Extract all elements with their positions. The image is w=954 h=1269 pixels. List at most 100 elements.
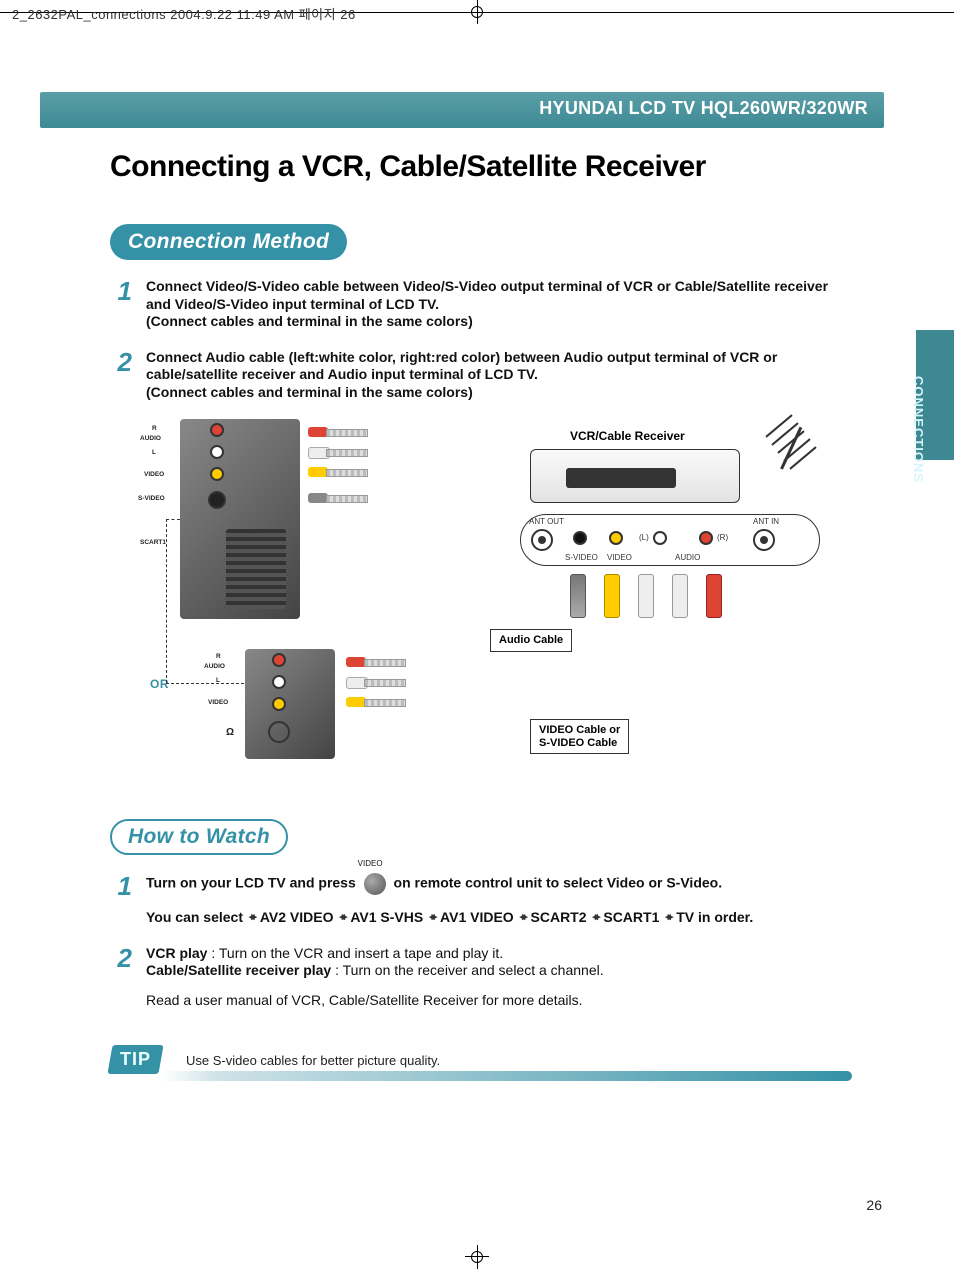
rca-jack-icon [609,531,623,545]
step-text: Turn on your LCD TV and press [146,875,356,891]
step-number: 2 [110,945,132,1010]
rca-jack-icon [210,445,224,459]
source-option: SCART1 [603,909,659,925]
tv-side-panel-icon [245,649,335,759]
dashed-line-icon [166,519,167,683]
step-text: on remote control unit to select [394,875,603,891]
tip-banner: TIP Use S-video cables for better pictur… [110,1059,850,1093]
dashed-line-icon [166,683,244,684]
connection-step-1: 1 Connect Video/S-Video cable between Vi… [110,278,850,331]
crop-mark-icon [465,1245,489,1269]
port-label: S-VIDEO [565,553,598,562]
headphone-jack-icon [268,721,290,743]
cable-plugs-icon [570,574,722,618]
term-vcr-play: VCR play [146,945,207,961]
howto-step-1: 1 Turn on your LCD TV and press VIDEO on… [110,873,850,927]
step-text: Read a user manual of VCR, Cable/Satelli… [146,992,583,1008]
port-label: AUDIO [204,663,225,670]
term-svideo: S-Video. [666,875,722,891]
rca-jack-icon [272,675,286,689]
coax-jack-icon [531,529,553,551]
page-title: Connecting a VCR, Cable/Satellite Receiv… [110,150,850,184]
source-option: SCART2 [531,909,587,925]
port-label: SCART1 [140,539,166,546]
tip-bar-graphic [162,1071,852,1081]
wiring-diagram: R AUDIO L VIDEO S-VIDEO SCART1 VCR/Cable… [150,419,850,799]
button-label: VIDEO [358,859,383,869]
step-note: (Connect cables and terminal in the same… [146,384,473,400]
svideo-jack-icon [573,531,587,545]
section-thumb-tab-label: CONNECTIONS [911,376,926,414]
rca-jack-icon [210,467,224,481]
callout-text: VIDEO Cable or [539,724,620,737]
tip-text: Use S-video cables for better picture qu… [186,1053,440,1068]
port-label: (R) [717,533,728,542]
port-label: (L) [639,533,649,542]
step-text: : Turn on the receiver and select a chan… [335,962,604,978]
callout-audio-cable: Audio Cable [490,629,572,652]
section-how-to-watch: How to Watch [110,819,288,855]
source-option: TV in order. [676,909,753,925]
source-option: AV1 VIDEO [440,909,514,925]
cycle-icon: ◂▸ [592,911,597,925]
cycle-icon: ◂▸ [520,911,525,925]
step-text: Connect Video/S-Video cable between Vide… [146,278,828,312]
rca-jack-icon [272,697,286,711]
tip-badge-label: TIP [120,1049,151,1070]
step-note: (Connect cables and terminal in the same… [146,313,473,329]
cable-plugs-icon [346,655,404,709]
antenna-icon [750,419,820,469]
source-option: AV1 S-VHS [350,909,423,925]
step-text: or [648,875,662,891]
howto-step-2: 2 VCR play : Turn on the VCR and insert … [110,945,850,1010]
callout-video-cable: VIDEO Cable or S-VIDEO Cable [530,719,629,754]
vcr-device-icon [530,449,740,503]
step-text: You can select [146,909,243,925]
crop-mark-icon [465,0,489,24]
callout-text: Audio Cable [499,634,563,647]
svideo-jack-icon [208,491,226,509]
step-text: : Turn on the VCR and insert a tape and … [211,945,503,961]
cable-plugs-icon [308,491,378,505]
port-label: S-VIDEO [138,495,165,502]
vcr-label: VCR/Cable Receiver [570,429,685,443]
product-model-label: HYUNDAI LCD TV HQL260WR/320WR [539,98,868,119]
tip-badge: TIP [107,1045,163,1074]
section-thumb-tab: CONNECTIONS [916,330,954,460]
dashed-line-icon [166,519,180,520]
port-label: VIDEO [607,553,632,562]
rca-jack-icon [699,531,713,545]
section-connection-method: Connection Method [110,224,347,260]
rca-jack-icon [653,531,667,545]
cycle-icon: ◂▸ [339,911,344,925]
tv-rear-panel-icon [180,419,300,619]
port-label: R [152,425,157,432]
video-button-icon: VIDEO [364,873,386,895]
port-label: VIDEO [208,699,228,706]
print-job-header: 2_2632PAL_connections 2004.9.22 11:49 AM… [12,4,356,23]
cable-plugs-icon [308,425,366,479]
port-label: ANT IN [753,517,779,526]
rca-jack-icon [272,653,286,667]
port-label: L [152,449,156,456]
step-text: Connect Audio cable (left:white color, r… [146,349,777,383]
coax-jack-icon [753,529,775,551]
page-content: Connecting a VCR, Cable/Satellite Receiv… [110,150,850,1093]
term-video: Video [607,875,645,891]
port-label: AUDIO [140,435,161,442]
cycle-icon: ◂▸ [429,911,434,925]
port-label: R [216,653,221,660]
step-number: 2 [110,349,132,402]
rca-jack-icon [210,423,224,437]
port-label: VIDEO [144,471,164,478]
connection-step-2: 2 Connect Audio cable (left:white color,… [110,349,850,402]
vcr-rear-panel-icon: ANT OUT S-VIDEO VIDEO (L) AUDIO (R) ANT … [520,514,820,566]
step-number: 1 [110,873,132,899]
step-number: 1 [110,278,132,331]
manual-header-bar: HYUNDAI LCD TV HQL260WR/320WR [40,92,884,128]
port-label: AUDIO [675,553,700,562]
callout-text: S-VIDEO Cable [539,737,620,750]
source-option: AV2 VIDEO [260,909,334,925]
term-receiver-play: Cable/Satellite receiver play [146,962,331,978]
port-label: ANT OUT [529,517,564,526]
